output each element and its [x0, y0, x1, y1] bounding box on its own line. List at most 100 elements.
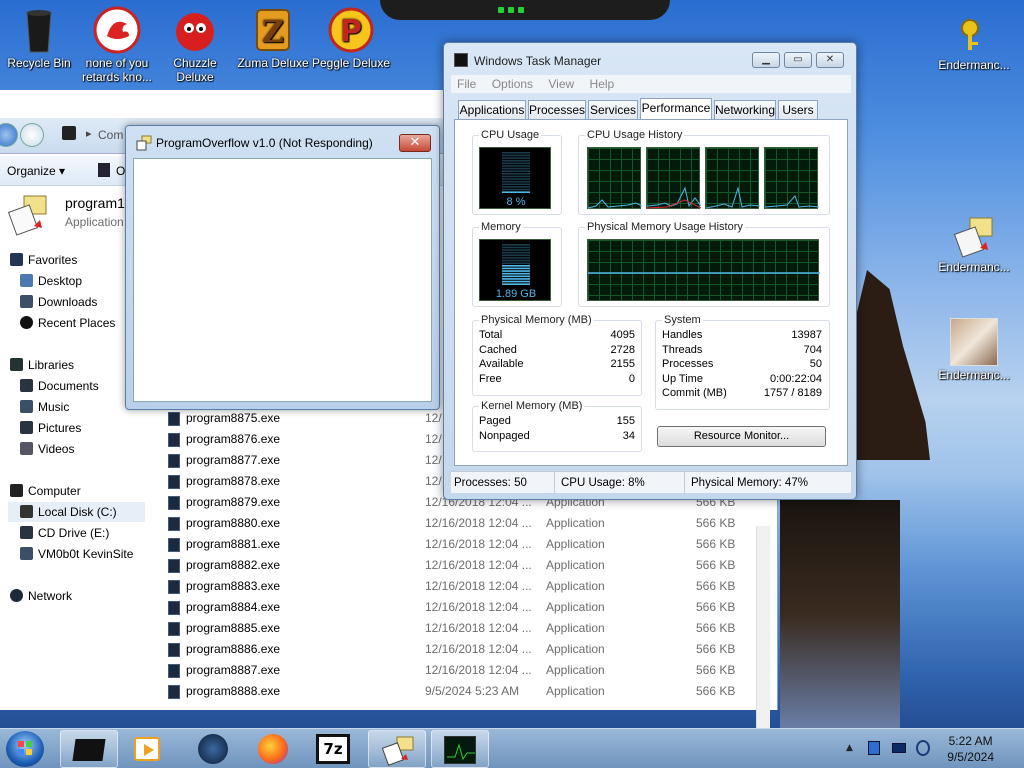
organize-button[interactable]: Organize ▾: [7, 164, 65, 178]
file-row[interactable]: program8887.exe 12/16/2018 12:04 ... Appli…: [168, 660, 748, 681]
tab-applications[interactable]: Applications: [458, 100, 526, 120]
nav-computer[interactable]: Computer: [10, 481, 81, 501]
globe-icon[interactable]: [198, 734, 228, 764]
forward-button[interactable]: [20, 123, 44, 147]
kv-value: 155: [616, 415, 635, 427]
gauge-bar: [502, 265, 530, 267]
nav-pictures[interactable]: Pictures: [20, 418, 81, 438]
kv-value: 0:00:22:04: [770, 372, 822, 385]
file-size: 566 KB: [696, 558, 736, 572]
system-label: System: [662, 314, 703, 326]
nav-documents[interactable]: Documents: [20, 376, 99, 396]
file-row[interactable]: program8888.exe 9/5/2024 5:23 AM Applicati…: [168, 681, 748, 702]
file-row[interactable]: program8883.exe 12/16/2018 12:04 ... Appli…: [168, 576, 748, 597]
file-name: program8877.exe: [186, 453, 281, 467]
nav-local-disk[interactable]: Local Disk (C:): [8, 502, 145, 522]
nav-label: Favorites: [28, 253, 78, 267]
menu-help[interactable]: Help: [590, 77, 615, 91]
system-clock[interactable]: 5:22 AM 9/5/2024: [947, 733, 994, 765]
taskbar-item-task-manager[interactable]: [431, 730, 489, 768]
gauge-bar: [502, 188, 530, 191]
file-row[interactable]: program8884.exe 12/16/2018 12:04 ... Appli…: [168, 597, 748, 618]
file-type: Application: [546, 600, 605, 614]
nav-label: Recent Places: [38, 316, 116, 330]
nav-music[interactable]: Music: [20, 397, 69, 417]
tab-networking[interactable]: Networking: [714, 100, 776, 120]
svg-text:Z: Z: [262, 15, 284, 50]
file-row[interactable]: program8882.exe 12/16/2018 12:04 ... Appli…: [168, 555, 748, 576]
kv-value: 704: [803, 343, 822, 356]
chuzzle-icon: [171, 6, 219, 54]
desktop-icon-dragon[interactable]: none of you retards kno...: [75, 6, 159, 84]
desktop-icon-endermanch-1[interactable]: Endermanc...: [932, 12, 1016, 72]
network-tray-icon[interactable]: [868, 741, 880, 755]
gauge-bar: [502, 244, 530, 246]
show-hidden-icons-arrow-icon[interactable]: ▲: [846, 743, 853, 753]
menu-options[interactable]: Options: [492, 77, 533, 91]
nav-downloads[interactable]: Downloads: [20, 292, 97, 312]
file-row[interactable]: program8885.exe 12/16/2018 12:04 ... Appli…: [168, 618, 748, 639]
close-button[interactable]: ✕: [816, 52, 844, 68]
gauge-bar: [502, 186, 530, 188]
minimize-button[interactable]: ▁: [752, 52, 780, 68]
not-responding-window[interactable]: ProgramOverflow v1.0 (Not Responding) ✕: [125, 125, 440, 410]
gauge-bar: [502, 283, 530, 285]
nav-libraries[interactable]: Libraries: [10, 355, 74, 375]
7zip-icon[interactable]: 7z: [316, 734, 350, 764]
speaker-tray-icon[interactable]: [916, 740, 930, 756]
file-size: 566 KB: [696, 600, 736, 614]
menu-file[interactable]: File: [457, 77, 476, 91]
file-type: Application: [546, 537, 605, 551]
nav-favorites[interactable]: Favorites: [10, 250, 77, 270]
file-type: Application: [546, 579, 605, 593]
resource-monitor-button[interactable]: Resource Monitor...: [657, 426, 826, 447]
exe-file-icon: [168, 475, 180, 489]
kv-row: Nonpaged 34: [479, 429, 635, 444]
media-player-icon[interactable]: [134, 737, 160, 761]
nav-label: CD Drive (E:): [38, 526, 110, 540]
desktop-icon-recycle-bin[interactable]: Recycle Bin: [0, 6, 81, 70]
start-button[interactable]: [6, 731, 44, 767]
tab-services[interactable]: Services: [588, 100, 638, 120]
gauge-bar: [502, 272, 530, 275]
memory-history-group: Physical Memory Usage History: [578, 221, 830, 307]
desktop-icon-endermanch-2[interactable]: Endermanc...: [932, 212, 1016, 274]
gauge-bar: [502, 270, 530, 272]
taskbar-item-explorer[interactable]: [60, 730, 118, 768]
open-button[interactable]: O: [116, 164, 125, 178]
desktop-icon-peggle[interactable]: P Peggle Deluxe: [309, 6, 393, 70]
desktop-icon-label: Chuzzle Deluxe: [173, 56, 217, 84]
address-segment[interactable]: Com: [98, 128, 123, 142]
file-row[interactable]: program8886.exe 12/16/2018 12:04 ... Appli…: [168, 639, 748, 660]
desktop-icon-chuzzle[interactable]: Chuzzle Deluxe: [153, 6, 237, 84]
firefox-icon[interactable]: [258, 734, 288, 764]
display-tray-icon[interactable]: [892, 743, 906, 753]
nav-videos[interactable]: Videos: [20, 439, 74, 459]
file-row[interactable]: program8881.exe 12/16/2018 12:04 ... Appli…: [168, 534, 748, 555]
nav-network[interactable]: Network: [10, 586, 72, 606]
nav-recent-places[interactable]: Recent Places: [20, 313, 115, 333]
file-row[interactable]: program8880.exe 12/16/2018 12:04 ... Appli…: [168, 513, 748, 534]
file-date: 12/16/2018 12:04 ...: [425, 558, 532, 572]
nav-network-drive[interactable]: VM0b0t KevinSite: [20, 544, 133, 564]
menu-view[interactable]: View: [548, 77, 574, 91]
taskbar-item-program[interactable]: [368, 730, 426, 768]
nav-label: Downloads: [38, 295, 98, 309]
kernel-memory-label: Kernel Memory (MB): [479, 400, 585, 412]
desktop-icon-zuma[interactable]: Z Zuma Deluxe: [231, 6, 315, 70]
tab-processes[interactable]: Processes: [528, 100, 586, 120]
exe-file-icon: [168, 580, 180, 594]
file-name: program8875.exe: [186, 411, 281, 425]
maximize-button[interactable]: ▭: [784, 52, 812, 68]
tab-users[interactable]: Users: [778, 100, 818, 120]
tab-performance[interactable]: Performance: [640, 98, 712, 121]
file-name: program8885.exe: [186, 621, 281, 635]
nav-cd-drive[interactable]: CD Drive (E:): [20, 523, 109, 543]
close-button[interactable]: ✕: [399, 134, 431, 152]
task-manager-window[interactable]: Windows Task Manager ▁ ▭ ✕ File Options …: [443, 42, 857, 500]
recent-places-icon: [20, 316, 33, 329]
nav-desktop[interactable]: Desktop: [20, 271, 82, 291]
desktop-icon-endermanch-3[interactable]: Endermanc...: [932, 318, 1016, 382]
gauge-bar: [502, 275, 530, 278]
file-date: 12/: [425, 432, 442, 446]
